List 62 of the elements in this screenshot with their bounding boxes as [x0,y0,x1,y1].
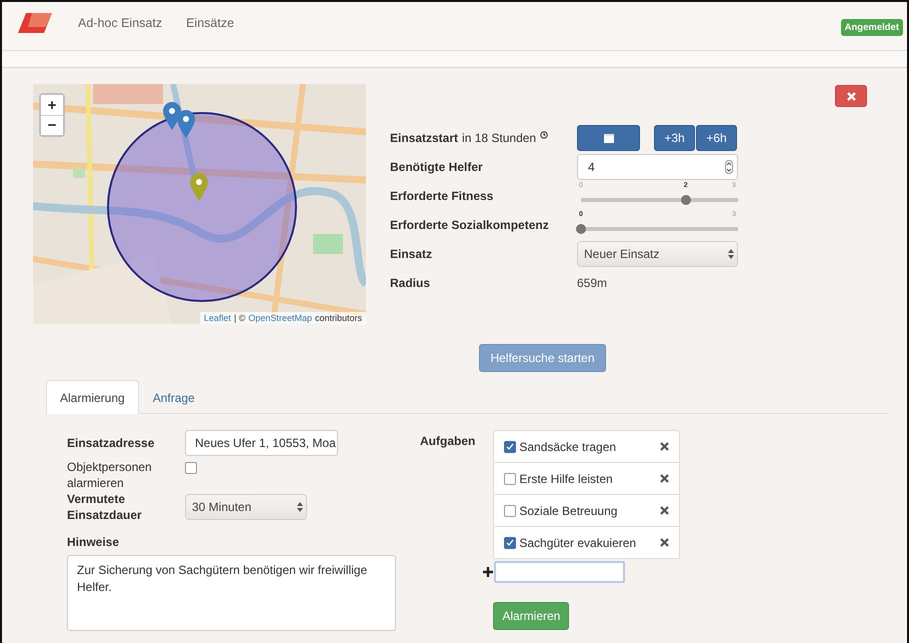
task-item[interactable]: Sachgüter evakuieren [493,526,680,559]
attribution-link[interactable]: Leaflet [204,313,231,323]
notes-field[interactable]: Zur Sicherung von Sachgütern benötigen wir freiwillige Helfer. [67,555,396,631]
task-item[interactable]: Sandsäcke tragen [493,430,680,463]
checkbox[interactable] [185,462,197,474]
slider-thumb[interactable] [680,195,691,205]
field-label: Einsatzadresse [67,436,156,450]
radius-value: 659m [577,276,608,290]
einsatz-select[interactable]: Neuer Einsatz [577,240,738,266]
remove-icon[interactable] [660,506,670,515]
field-label: Vermutete Einsatzdauer [67,491,143,523]
close-icon [846,92,856,100]
calendar-button[interactable] [577,124,640,150]
new-task-field[interactable] [494,561,626,583]
field-label: in 18 Stunden [462,130,536,144]
field-label: Erforderte Sozialkompetenz [390,218,550,232]
duration-select[interactable]: 30 Minuten [185,494,307,520]
task-label: Sachgüter evakuieren [519,536,636,550]
nav-link[interactable]: Ad-hoc Einsatz [78,16,162,30]
remove-icon[interactable] [660,538,670,547]
clock-icon [540,130,548,138]
task-label: Sandsäcke tragen [519,440,616,454]
calendar-icon [604,132,614,142]
task-label: Erste Hilfe leisten [519,472,613,486]
add-time-button[interactable]: +6h [696,124,737,150]
field-label: Benötigte Helfer [390,160,484,174]
add-time-button[interactable]: +3h [654,124,695,150]
checkbox[interactable] [504,440,516,452]
zoom-out-button[interactable]: − [41,115,63,135]
field-label: Objektpersonen alarmieren [67,459,153,491]
task-label: Soziale Betreuung [519,504,618,518]
field-label: Hinweise [67,535,120,549]
attribution-text: | © [234,313,246,323]
field-label: Einsatzstart [390,130,458,144]
field-label: Aufgaben [420,434,476,448]
status-badge: Angemeldet [840,19,903,36]
slider-thumb[interactable] [576,224,586,234]
map-pin-icon[interactable] [177,110,195,138]
remove-icon[interactable] [660,474,670,483]
select-arrows-icon [297,502,303,512]
checkbox[interactable] [504,536,516,548]
field-label: Radius [390,276,432,290]
nav-link[interactable]: Einsätze [186,16,234,30]
logo-icon[interactable] [18,13,52,33]
tab[interactable]: Alarmierung [46,380,139,414]
map-pin-icon[interactable] [190,173,208,201]
checkbox[interactable] [504,472,516,484]
tab[interactable]: Anfrage [138,380,209,414]
field-label: Erforderte Fitness [390,188,494,202]
remove-icon[interactable] [660,442,670,451]
select-arrows-icon [728,248,734,258]
close-button[interactable] [835,85,867,107]
number-field[interactable]: 4 [577,154,738,180]
task-item[interactable]: Soziale Betreuung [493,494,680,527]
checkbox[interactable] [504,504,516,516]
field-label: Einsatz [390,246,434,260]
plus-icon [483,567,494,577]
task-item[interactable]: Erste Hilfe leisten [493,462,680,495]
address-field[interactable]: Neues Ufer 1, 10553, Moa [185,430,338,456]
spinner-icon [725,160,733,174]
attribution-text: contributors [314,313,362,323]
attribution-link[interactable]: OpenStreetMap [248,313,312,323]
